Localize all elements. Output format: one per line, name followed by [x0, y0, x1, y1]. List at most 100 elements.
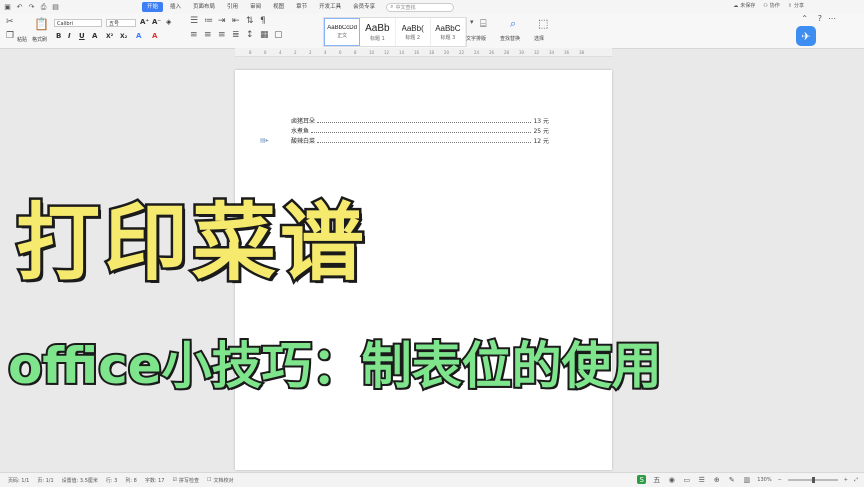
zoom-out-button[interactable]: − [778, 477, 782, 483]
collab-label: 协作 [769, 3, 780, 9]
paste-label[interactable]: 粘贴 [17, 36, 27, 43]
grow-font-button[interactable]: A⁺ [140, 18, 149, 27]
text-effect-button[interactable]: A [136, 32, 141, 41]
ruler-view-icon[interactable]: ▥ [742, 475, 751, 484]
cut-icon[interactable]: ✂ [6, 17, 14, 27]
share-button[interactable]: ⇪ 分享 [788, 2, 804, 10]
spell-check-toggle[interactable]: ☑ 拼写检查 [172, 477, 199, 484]
tab-0[interactable]: 开始 [142, 2, 164, 12]
text-tools-button[interactable]: 文字排版 [466, 35, 486, 42]
subscript-button[interactable]: X₂ [120, 32, 127, 41]
ruler-tick: 16 [414, 50, 420, 55]
outline-view-icon[interactable]: ☰ [697, 475, 706, 484]
status-word-count[interactable]: 字数: 17 [145, 477, 165, 484]
save-icon[interactable]: ▣ [3, 3, 12, 12]
checkbox-icon: ☑ [172, 477, 177, 483]
font-color-button[interactable]: A [152, 32, 157, 41]
tab-5[interactable]: 视图 [268, 2, 289, 12]
preview-icon[interactable]: ▤ [51, 3, 60, 12]
page-view-icon[interactable]: ▭ [682, 475, 691, 484]
menu-row[interactable]: 酸辣白菜 12 元 [291, 136, 549, 145]
zoom-level[interactable]: 130% [757, 477, 771, 483]
format-painter-label[interactable]: 格式刷 [32, 36, 47, 43]
ruler-tick: 20 [444, 50, 450, 55]
find-replace-button[interactable]: 查找替换 [500, 35, 520, 42]
gallery-more-icon[interactable]: ▾ [470, 18, 474, 26]
style-name: 正文 [337, 33, 348, 39]
bold-button[interactable]: B [56, 32, 61, 41]
pen-icon[interactable]: ✎ [727, 475, 736, 484]
web-view-icon[interactable]: ⊕ [712, 475, 721, 484]
tab-1[interactable]: 插入 [165, 2, 186, 12]
find-replace-icon[interactable]: ⌕ [510, 17, 516, 31]
select-icon[interactable]: ⬚ [538, 17, 548, 30]
undo-icon[interactable]: ↶ [15, 3, 24, 12]
style-item-1[interactable]: AaBb 标题 1 [360, 18, 396, 46]
style-item-0[interactable]: AaBbCcDd 正文 [324, 18, 361, 46]
underline-button[interactable]: U [79, 32, 85, 41]
shading-icon[interactable]: ▦ [260, 30, 269, 40]
tab-7[interactable]: 开发工具 [314, 2, 346, 12]
zoom-slider[interactable] [787, 476, 838, 483]
menu-row[interactable]: 水煮鱼 25 元 [291, 126, 549, 135]
unsaved-button[interactable]: ☁ 未保存 [733, 2, 755, 10]
tab-8[interactable]: 会员专享 [348, 2, 380, 12]
highlight-button[interactable]: A [92, 32, 97, 41]
doc-check-button[interactable]: ☐ 文档校对 [207, 477, 234, 484]
zoom-in-button[interactable]: + [844, 477, 848, 483]
status-line: 行: 3 [105, 477, 118, 484]
shrink-font-button[interactable]: A⁻ [152, 18, 161, 27]
menu-row[interactable]: 卤猪耳朵 13 元 [291, 116, 549, 125]
style-item-2[interactable]: AaBb(标题 2 [396, 18, 431, 46]
redo-icon[interactable]: ↷ [27, 3, 36, 12]
font-size-select[interactable]: 五号 [106, 19, 136, 27]
sort-icon[interactable]: ⇅ [246, 16, 254, 26]
print-icon[interactable]: ⎙ [39, 3, 48, 12]
paragraph-handle-icon[interactable]: ▤▸ [260, 137, 269, 144]
collapse-ribbon-icon[interactable]: ⌃ [801, 14, 808, 23]
tab-2[interactable]: 页面布局 [188, 2, 220, 12]
align-center-icon[interactable]: ≡ [204, 30, 212, 40]
paste-icon[interactable]: 📋 [34, 17, 49, 31]
line-spacing-icon[interactable]: ↕ [246, 30, 254, 40]
collab-button[interactable]: ⚇ 协作 [763, 2, 780, 10]
input-method-icon[interactable]: S [637, 475, 647, 484]
ribbon: ✂ ❐ 📋 格式刷 粘贴 Calibri 五号 A⁺ A⁻ ◈ B I U A … [0, 14, 864, 49]
align-left-icon[interactable]: ≡ [190, 30, 198, 40]
show-marks-icon[interactable]: ¶ [260, 16, 266, 26]
outdent-icon[interactable]: ⇤ [232, 16, 240, 26]
copy-icon[interactable]: ❐ [6, 31, 14, 41]
status-page[interactable]: 页码: 1/1 [8, 477, 29, 484]
justify-icon[interactable]: ≣ [232, 30, 240, 40]
style-name: 标题 1 [369, 35, 385, 42]
ruler-tick: 28 [504, 50, 510, 55]
style-item-3[interactable]: AaBbC 标题 3 [431, 18, 466, 46]
italic-button[interactable]: I [68, 32, 71, 41]
fit-page-icon[interactable]: ⤢ [854, 477, 858, 483]
help-icon[interactable]: ? [818, 14, 822, 23]
font-name-select[interactable]: Calibri [54, 19, 102, 27]
strikethrough-button[interactable]: X² [106, 32, 113, 41]
ruler-tick: 8 [354, 50, 357, 55]
search-input[interactable]: ⌕ 中文查找 [386, 2, 455, 12]
bullets-icon[interactable]: ☰ [190, 16, 198, 26]
eye-icon[interactable]: ◉ [667, 475, 676, 484]
zoom-slider-thumb[interactable] [811, 476, 815, 483]
text-tools-icon[interactable]: ⌸ [480, 17, 487, 31]
select-button[interactable]: 选择 [534, 35, 544, 42]
more-icon[interactable]: ⋯ [828, 14, 836, 23]
tab-4[interactable]: 审阅 [245, 2, 266, 12]
horizontal-ruler[interactable]: 8 6 4 2 2 4 6 8 10 12 14 16 18 20 22 24 26 28 30 32 34 36 38 [235, 48, 612, 57]
indent-icon[interactable]: ⇥ [218, 16, 226, 26]
numbering-icon[interactable]: ≔ [204, 16, 213, 26]
ruler-tick: 4 [324, 50, 327, 55]
tab-3[interactable]: 引用 [222, 2, 243, 12]
ruler-tick: 14 [399, 50, 405, 55]
borders-icon[interactable]: ▢ [274, 30, 283, 40]
overlay-title-main: 打印菜谱 [14, 192, 369, 295]
lang-icon[interactable]: 五 [652, 475, 661, 484]
tab-6[interactable]: 章节 [291, 2, 312, 12]
clear-format-button[interactable]: ◈ [166, 18, 171, 27]
align-right-icon[interactable]: ≡ [218, 30, 226, 40]
status-bar: 页码: 1/1 页: 1/1 设置值: 3.5厘米 行: 3 列: 8 字数: … [0, 472, 864, 487]
